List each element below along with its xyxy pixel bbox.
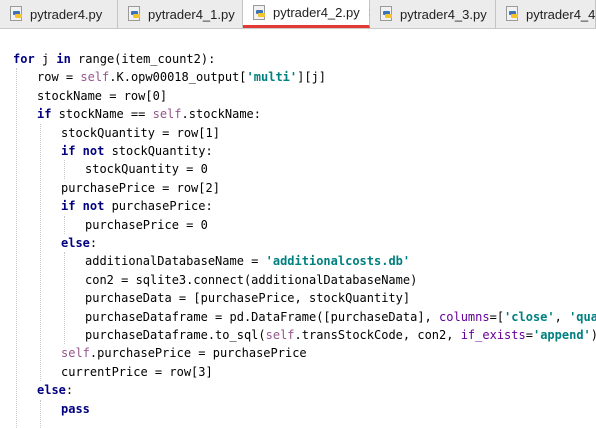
- code-token: purchasePrice:: [104, 199, 213, 214]
- indent-guide: [64, 252, 65, 345]
- code-token: ][j]: [297, 70, 327, 85]
- indent-guide: [40, 399, 41, 428]
- code-token-kw: if not: [61, 199, 105, 214]
- indent-guide: [64, 215, 65, 234]
- code-token-kw: for: [13, 52, 35, 66]
- code-token: row =: [37, 70, 81, 85]
- code-token-str: 'close': [504, 309, 555, 324]
- code-line: currentPrice = row[3]: [61, 363, 213, 381]
- code-token: con2 = sqlite3.connect(additionalDatabas…: [85, 272, 418, 287]
- code-token: additionalDatabaseName =: [85, 254, 266, 269]
- tab-pytrader4[interactable]: pytrader4.py: [0, 0, 118, 28]
- code-token-str: 'quantity': [569, 309, 596, 324]
- code-token: range(item_count2):: [70, 52, 216, 66]
- tab-label: pytrader4.py: [30, 6, 103, 22]
- code-token: .K.opw00018_output[: [109, 70, 247, 85]
- code-line: else:: [37, 381, 73, 399]
- python-file-icon: [506, 6, 520, 22]
- code-line: purchaseDataframe = pd.DataFrame([purcha…: [85, 308, 596, 326]
- code-token: =: [525, 328, 533, 342]
- code-token-kw: in: [56, 52, 71, 66]
- code-token: stockQuantity = row[1]: [61, 125, 220, 140]
- tab-label: pytrader4_3.py: [400, 6, 487, 22]
- code-token-kw: pass: [61, 401, 90, 416]
- code-token: ,: [554, 309, 570, 324]
- tab-label: pytrader4_2.py: [273, 5, 360, 20]
- tab-pytrader4-4[interactable]: pytrader4_4.py: [496, 0, 596, 28]
- code-editor[interactable]: for j in range(item_count2): row = self.K…: [0, 29, 596, 428]
- code-token: stockQuantity = 0: [85, 162, 208, 177]
- code-token-slf: self: [152, 107, 182, 122]
- python-file-icon: [10, 6, 24, 22]
- editor-tab-bar: pytrader4.py pytrader4_1.py × pytrader4_…: [0, 0, 596, 29]
- code-line: stockName = row[0]: [37, 87, 167, 105]
- code-token-slf: self: [80, 70, 110, 85]
- code-token: purchaseData = [purchasePrice, stockQuan…: [85, 291, 411, 306]
- code-token: purchasePrice = row[2]: [61, 180, 220, 195]
- code-token: stockName = row[0]: [37, 88, 168, 103]
- code-token: ): [591, 328, 596, 342]
- code-token-slf: self: [265, 328, 295, 342]
- code-line: purchasePrice = 0: [85, 216, 208, 234]
- code-line: purchaseData = [purchasePrice, stockQuan…: [85, 289, 410, 307]
- tab-pytrader4-2[interactable]: pytrader4_2.py ×: [243, 0, 377, 28]
- code-token-slf: self: [61, 346, 90, 361]
- code-token-kw: if: [37, 107, 52, 122]
- code-line: stockQuantity = row[1]: [61, 124, 220, 142]
- indent-guide: [64, 160, 65, 179]
- code-token: purchasePrice = 0: [85, 217, 208, 232]
- code-token-kwarg: columns: [439, 309, 490, 324]
- code-line: if not purchasePrice:: [61, 197, 213, 215]
- code-token: j: [34, 52, 57, 66]
- code-token-str: 'append': [532, 328, 591, 342]
- indent-guide: [16, 68, 17, 428]
- code-token: stockQuantity:: [104, 144, 213, 158]
- code-token: =[: [489, 309, 505, 324]
- code-token: .stockName:: [181, 107, 261, 122]
- code-token: stockName ==: [51, 107, 153, 122]
- code-token: purchaseDataframe.to_sql(: [85, 328, 266, 342]
- code-token-str: 'additionalcosts.db': [265, 254, 411, 269]
- code-line: row = self.K.opw00018_output['multi'][j]: [37, 68, 326, 86]
- indent-guide: [40, 123, 41, 382]
- code-token: .purchasePrice = purchasePrice: [89, 346, 307, 361]
- code-token: :: [65, 383, 74, 398]
- code-token-kw: else: [37, 383, 66, 398]
- tab-pytrader4-3[interactable]: pytrader4_3.py ×: [370, 0, 504, 28]
- tab-label: pytrader4_4.py: [526, 6, 596, 22]
- code-line: stockQuantity = 0: [85, 160, 208, 178]
- code-token: purchaseDataframe = pd.DataFrame([purcha…: [85, 309, 440, 324]
- tab-pytrader4-1[interactable]: pytrader4_1.py ×: [118, 0, 252, 28]
- code-token-kwarg: if_exists: [460, 328, 526, 342]
- code-line: purchaseDataframe.to_sql(self.transStock…: [85, 326, 596, 344]
- code-token-kw: else: [61, 236, 90, 250]
- python-file-icon: [128, 6, 142, 22]
- code-line: pass: [61, 400, 90, 418]
- code-line: if stockName == self.stockName:: [37, 105, 261, 123]
- code-token: .transStockCode, con2,: [294, 328, 461, 342]
- python-file-icon: [253, 4, 267, 21]
- code-line: con2 = sqlite3.connect(additionalDatabas…: [85, 271, 417, 289]
- code-line: additionalDatabaseName = 'additionalcost…: [85, 252, 410, 270]
- code-line: self.purchasePrice = purchasePrice: [61, 344, 307, 362]
- code-token: :: [89, 236, 98, 250]
- code-line: if not stockQuantity:: [61, 142, 213, 160]
- code-line: purchasePrice = row[2]: [61, 179, 220, 197]
- code-token: currentPrice = row[3]: [61, 364, 213, 379]
- code-line: for j in range(item_count2):: [13, 50, 215, 68]
- code-token-kw: if not: [61, 144, 105, 158]
- python-file-icon: [380, 6, 394, 22]
- code-line: else:: [61, 234, 97, 252]
- tab-label: pytrader4_1.py: [148, 6, 235, 22]
- code-token-str: 'multi': [246, 70, 298, 85]
